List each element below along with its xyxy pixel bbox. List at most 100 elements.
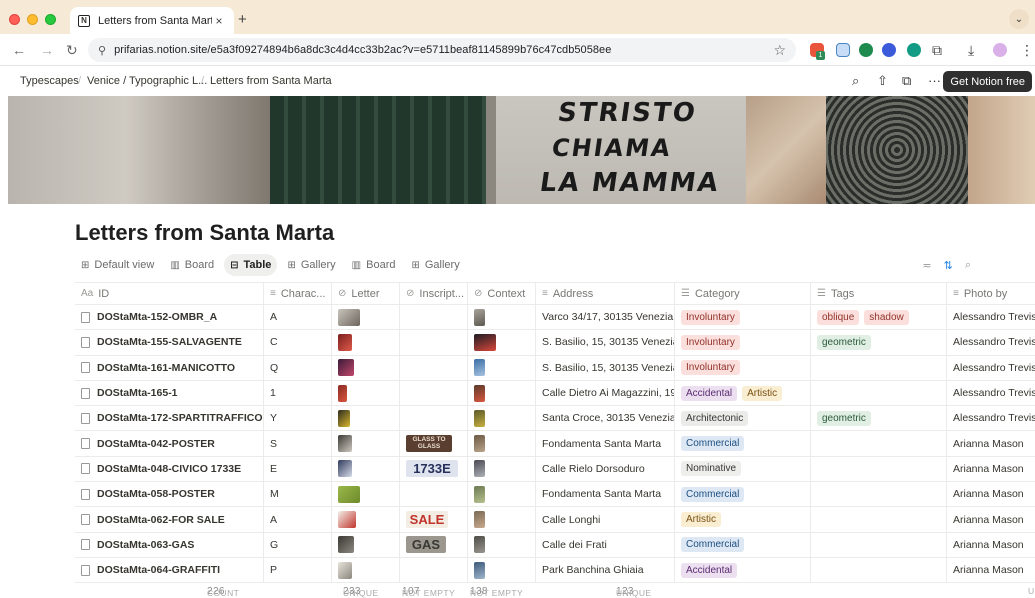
- cell-category[interactable]: Involuntary: [675, 305, 811, 330]
- row-title[interactable]: DOStaMta-165-1: [97, 387, 178, 399]
- cell-id[interactable]: DOStaMta-155-SALVAGENTE: [75, 330, 264, 355]
- download-icon[interactable]: ⤓: [968, 41, 974, 59]
- maximize-window-button[interactable]: [45, 14, 56, 25]
- context-photo-thumbnail[interactable]: [474, 359, 485, 377]
- cell-address[interactable]: Calle Dietro Ai Magazzini, 198: [536, 380, 675, 406]
- search-icon[interactable]: ⌕: [965, 259, 971, 272]
- row-title[interactable]: DOStaMta-161-MANICOTTO: [97, 362, 235, 374]
- cell-letter[interactable]: [332, 330, 400, 355]
- context-photo-thumbnail[interactable]: [474, 409, 485, 427]
- cell-inscription[interactable]: [400, 355, 468, 380]
- table-row[interactable]: DOStaMta-063-GAS G GAS Calle dei Frati Comme…: [75, 532, 1035, 558]
- cell-id[interactable]: DOStaMta-152-OMBR_A: [75, 305, 264, 330]
- tab-search-chevron-icon[interactable]: ⌄: [1009, 9, 1029, 29]
- cell-tags[interactable]: [811, 456, 947, 482]
- cell-category[interactable]: Involuntary: [675, 330, 811, 355]
- cell-inscription[interactable]: [400, 557, 468, 583]
- cell-address[interactable]: Fondamenta Santa Marta: [536, 482, 675, 507]
- table-row[interactable]: DOStaMta-062-FOR SALE A SALE Calle Longhi Ar…: [75, 507, 1035, 533]
- cell-photo-by[interactable]: Alessandro Trevisan: [947, 330, 1035, 354]
- column-header-inscription[interactable]: ⊘ Inscript...: [400, 283, 468, 304]
- cell-photo-by[interactable]: Alessandro Trevisan: [947, 356, 1035, 380]
- cell-context[interactable]: [468, 305, 536, 330]
- letter-photo-thumbnail[interactable]: [338, 384, 347, 402]
- table-row[interactable]: DOStaMta-058-POSTER M Fondamenta Santa Mar…: [75, 482, 1035, 508]
- cell-context[interactable]: [468, 557, 536, 583]
- new-tab-button[interactable]: +: [238, 12, 247, 27]
- cell-category[interactable]: Nominative: [675, 456, 811, 482]
- table-row[interactable]: DOStaMta-152-OMBR_A A Varco 34/17, 30135 V…: [75, 305, 1035, 331]
- table-row[interactable]: DOStaMta-042-POSTER S GLASS TO GLASS Fondam…: [75, 431, 1035, 457]
- cell-context[interactable]: [468, 355, 536, 380]
- inscription-photo-thumbnail[interactable]: GLASS TO GLASS: [406, 435, 452, 453]
- letter-photo-thumbnail[interactable]: [338, 485, 360, 503]
- cell-context[interactable]: [468, 482, 536, 507]
- column-header-address[interactable]: ≡ Address: [536, 283, 675, 304]
- column-header-tags[interactable]: ☰ Tags: [811, 283, 947, 304]
- cell-character[interactable]: M: [264, 482, 332, 507]
- cell-letter[interactable]: [332, 406, 400, 431]
- reload-icon[interactable]: ↻: [66, 41, 78, 59]
- not-empty-calculation-context[interactable]: NOT EMPTY 138: [470, 586, 523, 598]
- cell-letter[interactable]: [332, 305, 400, 330]
- breadcrumb-item-typescapes[interactable]: Typescapes: [20, 75, 79, 87]
- url-text[interactable]: prifarias.notion.site/e5a3f09274894b6a8d…: [114, 44, 773, 56]
- cell-address[interactable]: Varco 34/17, 30135 Venezia VE: [536, 305, 675, 330]
- cell-category[interactable]: Accidental: [675, 557, 811, 583]
- letter-photo-thumbnail[interactable]: [338, 409, 350, 427]
- cell-address[interactable]: Santa Croce, 30135 Venezia VE: [536, 406, 675, 431]
- cell-id[interactable]: DOStaMta-063-GAS: [75, 532, 264, 557]
- column-header-category[interactable]: ☰ Category: [675, 283, 811, 304]
- cell-inscription[interactable]: [400, 380, 468, 406]
- cell-tags[interactable]: [811, 507, 947, 532]
- column-header-id[interactable]: Aa ID: [75, 283, 264, 304]
- table-row[interactable]: DOStaMta-161-MANICOTTO Q S. Basilio, 15, 3…: [75, 355, 1035, 381]
- column-header-photo-by[interactable]: ≡ Photo by: [947, 283, 1035, 304]
- row-title[interactable]: DOStaMta-062-FOR SALE: [97, 514, 225, 526]
- browser-menu-icon[interactable]: ⋮: [1020, 41, 1034, 59]
- inscription-photo-thumbnail[interactable]: GAS: [406, 536, 446, 554]
- letter-photo-thumbnail[interactable]: [338, 435, 352, 453]
- cell-photo-by[interactable]: Arianna Mason: [947, 533, 1035, 557]
- cell-letter[interactable]: [332, 380, 400, 406]
- view-tab-default[interactable]: ⊞ Default view: [75, 254, 160, 276]
- row-title[interactable]: DOStaMta-155-SALVAGENTE: [97, 336, 242, 348]
- cell-context[interactable]: [468, 380, 536, 406]
- browser-tab-active[interactable]: N Letters from Santa Marta ×: [70, 7, 234, 34]
- cell-inscription[interactable]: SALE: [400, 507, 468, 532]
- cell-letter[interactable]: [332, 355, 400, 380]
- view-tab-board[interactable]: ▥ Board: [164, 254, 220, 276]
- tab-close-icon[interactable]: ×: [212, 14, 226, 28]
- context-photo-thumbnail[interactable]: [474, 561, 485, 579]
- close-window-button[interactable]: [9, 14, 20, 25]
- cell-address[interactable]: Calle dei Frati: [536, 532, 675, 557]
- letter-photo-thumbnail[interactable]: [338, 511, 356, 529]
- filter-icon[interactable]: ≂: [922, 259, 931, 272]
- cell-id[interactable]: DOStaMta-161-MANICOTTO: [75, 355, 264, 380]
- address-bar[interactable]: ⚲ prifarias.notion.site/e5a3f09274894b6a…: [88, 38, 796, 62]
- table-row[interactable]: DOStaMta-048-CIVICO 1733E E 1733E Calle Rie…: [75, 456, 1035, 483]
- minimize-window-button[interactable]: [27, 14, 38, 25]
- cell-character[interactable]: 1: [264, 380, 332, 406]
- cell-tags[interactable]: [811, 431, 947, 456]
- cell-tags[interactable]: [811, 557, 947, 583]
- get-notion-free-button[interactable]: Get Notion free: [943, 71, 1032, 92]
- extension-doc-icon[interactable]: [836, 43, 850, 57]
- unique-calculation-address[interactable]: UNIQUE 123: [616, 586, 651, 598]
- cell-category[interactable]: Commercial: [675, 431, 811, 456]
- letter-photo-thumbnail[interactable]: [338, 359, 354, 377]
- row-title[interactable]: DOStaMta-172-SPARTITRAFFICO: [97, 412, 262, 424]
- column-header-letter[interactable]: ⊘ Letter: [332, 283, 400, 304]
- context-photo-thumbnail[interactable]: [474, 536, 485, 554]
- view-tab-board-2[interactable]: ▥ Board: [346, 254, 402, 276]
- unique-calculation-letter[interactable]: UNIQUE 233: [343, 586, 378, 598]
- table-row[interactable]: DOStaMta-064-GRAFFITI P Park Banchina Ghia…: [75, 557, 1035, 584]
- context-photo-thumbnail[interactable]: [474, 511, 485, 529]
- cell-inscription[interactable]: GAS: [400, 532, 468, 557]
- cell-address[interactable]: Calle Longhi: [536, 507, 675, 532]
- column-header-context[interactable]: ⊘ Context: [468, 283, 536, 304]
- inscription-photo-thumbnail[interactable]: SALE: [406, 511, 448, 529]
- cell-inscription[interactable]: 1733E: [400, 456, 468, 482]
- table-row[interactable]: DOStaMta-172-SPARTITRAFFICO Y Santa Croce,…: [75, 406, 1035, 432]
- breadcrumb-item-current[interactable]: Letters from Santa Marta: [210, 75, 332, 87]
